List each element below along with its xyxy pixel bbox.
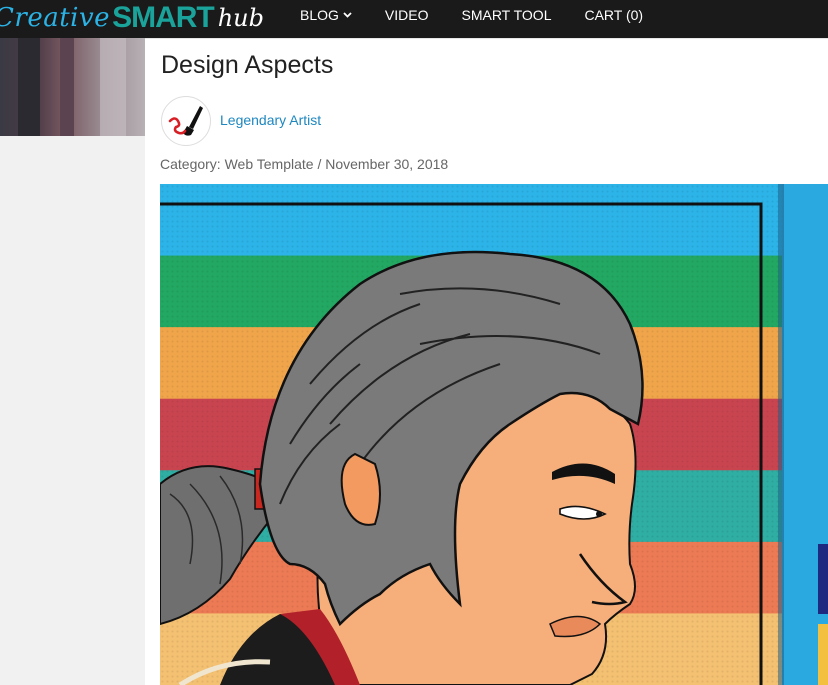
nav-cart[interactable]: CART (0) <box>584 7 643 23</box>
nav-video[interactable]: VIDEO <box>385 7 429 23</box>
site-logo[interactable]: Creative SMART hub <box>0 0 264 36</box>
nav-smart-tool[interactable]: SMART TOOL <box>461 7 551 23</box>
logo-text-hub: hub <box>217 4 264 32</box>
chevron-down-icon <box>343 12 352 18</box>
post-meta: Category: Web Template / November 30, 20… <box>160 156 449 172</box>
site-header: Creative SMART hub BLOG VIDEO SMART TOOL… <box>0 0 828 38</box>
sidebar-banner-image <box>0 38 145 136</box>
logo-text-creative: Creative <box>0 3 111 33</box>
author-link[interactable]: Legendary Artist <box>220 112 321 128</box>
nav-blog-label: BLOG <box>300 7 339 23</box>
author-avatar[interactable] <box>161 96 211 146</box>
nav-blog[interactable]: BLOG <box>300 7 352 23</box>
logo-text-smart: SMART <box>112 1 215 34</box>
post-content: Design Aspects Legendary Artist Category… <box>145 38 828 685</box>
featured-image <box>160 184 828 685</box>
paintbrush-icon <box>168 106 203 136</box>
main-nav: BLOG VIDEO SMART TOOL CART (0) <box>300 0 643 30</box>
post-title: Design Aspects <box>161 51 334 79</box>
